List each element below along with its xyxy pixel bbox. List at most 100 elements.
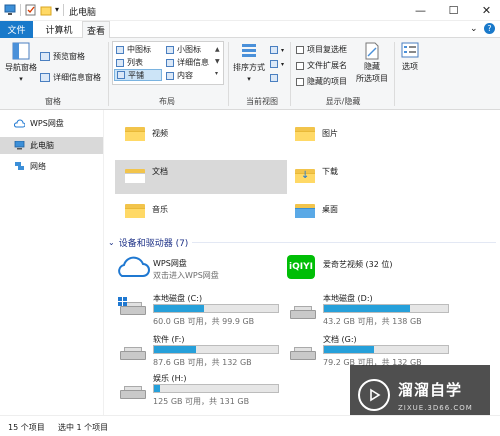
minimize-button[interactable]: —: [404, 0, 437, 20]
quick-access-dropdown-icon[interactable]: ▾: [55, 5, 59, 14]
desktop-folder-icon[interactable]: [295, 202, 315, 218]
layout-small-icons[interactable]: 小图标: [166, 44, 201, 55]
ribbon-separator: [108, 42, 109, 106]
add-columns-button[interactable]: ▾: [270, 60, 284, 68]
ribbon-separator: [394, 42, 395, 106]
item-checkboxes-toggle[interactable]: 项目复选框: [296, 44, 347, 55]
wps-cloud-subtitle: 双击进入WPS网盘: [153, 271, 219, 280]
collapse-ribbon-icon[interactable]: ⌄: [470, 24, 478, 34]
close-button[interactable]: ✕: [470, 0, 500, 20]
new-folder-icon[interactable]: [40, 4, 52, 16]
details-pane-button[interactable]: 详细信息窗格: [40, 72, 101, 83]
videos-folder-icon[interactable]: [125, 125, 145, 141]
hidden-items-toggle[interactable]: 隐藏的项目: [296, 76, 347, 87]
details-icon: [166, 58, 174, 67]
music-folder-icon[interactable]: [125, 202, 145, 218]
item-checkboxes-label: 项目复选框: [307, 45, 347, 54]
sort-by-button[interactable]: 排序方式 ▾: [232, 42, 266, 83]
checkbox-icon: [296, 45, 304, 54]
list-label: 列表: [127, 58, 143, 67]
download-arrow-icon: ↓: [301, 170, 310, 181]
content-label: 内容: [177, 71, 193, 80]
folder-label[interactable]: 桌面: [322, 204, 338, 215]
drive-icon[interactable]: [290, 306, 316, 320]
nav-item-this-pc[interactable]: 此电脑: [0, 137, 103, 154]
drive-name[interactable]: 软件 (F:): [153, 334, 184, 345]
wps-cloud-icon[interactable]: [116, 256, 150, 280]
window-title: 此电脑: [69, 8, 97, 18]
computer-icon: [14, 141, 25, 150]
ribbon-separator: [228, 42, 229, 106]
drive-name[interactable]: 本地磁盘 (C:): [153, 293, 202, 304]
folder-label[interactable]: 文档: [152, 166, 168, 177]
wps-cloud-name[interactable]: WPS网盘: [153, 258, 187, 269]
tab-computer[interactable]: 计算机: [39, 21, 79, 38]
file-extensions-label: 文件扩展名: [307, 61, 347, 70]
computer-icon[interactable]: [4, 4, 16, 16]
selected-count: 选中 1 个项目: [58, 423, 109, 432]
details-pane-icon: [40, 73, 50, 82]
options-button[interactable]: 选项: [398, 42, 422, 72]
checkbox-icon: [296, 61, 304, 70]
hide-selected-label-2: 所选项目: [356, 74, 388, 83]
layout-details[interactable]: 详细信息: [166, 57, 209, 68]
preview-pane-button[interactable]: 预览窗格: [40, 51, 85, 62]
status-bar: 15 个项目 选中 1 个项目: [0, 415, 500, 436]
drive-icon[interactable]: [120, 386, 146, 400]
content-icon: [166, 71, 174, 80]
preview-pane-label: 预览窗格: [53, 52, 85, 61]
maximize-button[interactable]: ☐: [437, 0, 470, 20]
list-icon: [116, 58, 124, 67]
drive-free-space: 87.6 GB 可用，共 132 GB: [153, 358, 252, 367]
tab-view[interactable]: 查看: [82, 21, 110, 38]
drive-name[interactable]: 娱乐 (H:): [153, 373, 187, 384]
nav-item-label: WPS网盘: [30, 119, 64, 128]
size-columns-button[interactable]: [270, 74, 278, 82]
gallery-scroll[interactable]: ▲ ▼ ▾: [215, 44, 220, 80]
devices-group-header[interactable]: ⌄ 设备和驱动器 (7): [108, 236, 496, 249]
nav-item-network[interactable]: 网络: [0, 158, 103, 175]
nav-item-wps-cloud[interactable]: WPS网盘: [0, 115, 103, 132]
iqiyi-logo-icon[interactable]: iQIYI: [287, 255, 315, 279]
drive-name[interactable]: 文档 (G:): [323, 334, 357, 345]
layout-medium-icons[interactable]: 中图标: [116, 44, 151, 55]
properties-icon[interactable]: [25, 4, 37, 16]
nav-pane-button[interactable]: 导航窗格 ▾: [3, 42, 39, 83]
help-icon[interactable]: ?: [484, 23, 495, 34]
checkbox-icon: [296, 77, 304, 86]
layout-content[interactable]: 内容: [166, 70, 193, 81]
size-columns-icon: [270, 74, 278, 82]
drive-usage-bar: [323, 304, 449, 313]
details-label: 详细信息: [177, 58, 209, 67]
medium-icons-icon: [116, 45, 124, 54]
folder-label[interactable]: 音乐: [152, 204, 168, 215]
header-rule: [192, 242, 496, 243]
group-by-icon: [270, 46, 278, 54]
layout-tiles[interactable]: 平铺: [114, 69, 162, 81]
title-bar: ▾ 此电脑 — ☐ ✕: [0, 0, 500, 21]
ribbon-separator: [290, 42, 291, 106]
folders-section: 视频 图片 文档 ↓ 下载 音乐 桌面: [105, 110, 500, 230]
ribbon-view: 导航窗格 ▾ 预览窗格 详细信息窗格 窗格 中图标 小图标 列表 详细信息 平铺…: [0, 38, 500, 110]
documents-folder-icon[interactable]: [125, 167, 145, 183]
file-extensions-toggle[interactable]: 文件扩展名: [296, 60, 347, 71]
folder-label[interactable]: 图片: [322, 128, 338, 139]
small-icons-icon: [166, 45, 174, 54]
hide-selected-button[interactable]: 隐藏 所选项目: [354, 42, 390, 84]
drive-free-space: 125 GB 可用，共 131 GB: [153, 397, 250, 406]
nav-pane-label: 导航窗格: [5, 63, 37, 72]
group-by-button[interactable]: ▾: [270, 46, 284, 54]
pictures-folder-icon[interactable]: [295, 125, 315, 141]
folder-label[interactable]: 视频: [152, 128, 168, 139]
small-icons-label: 小图标: [177, 45, 201, 54]
folder-label[interactable]: 下载: [322, 166, 338, 177]
drive-name[interactable]: 本地磁盘 (D:): [323, 293, 373, 304]
iqiyi-name[interactable]: 爱奇艺视频 (32 位): [323, 259, 393, 270]
add-columns-icon: [270, 60, 278, 68]
drive-icon[interactable]: [290, 347, 316, 361]
drive-icon[interactable]: [120, 347, 146, 361]
sort-label: 排序方式: [233, 63, 265, 72]
layout-list[interactable]: 列表: [116, 57, 143, 68]
tab-file[interactable]: 文件: [0, 21, 33, 38]
group-label-current-view: 当前视图: [246, 97, 278, 106]
